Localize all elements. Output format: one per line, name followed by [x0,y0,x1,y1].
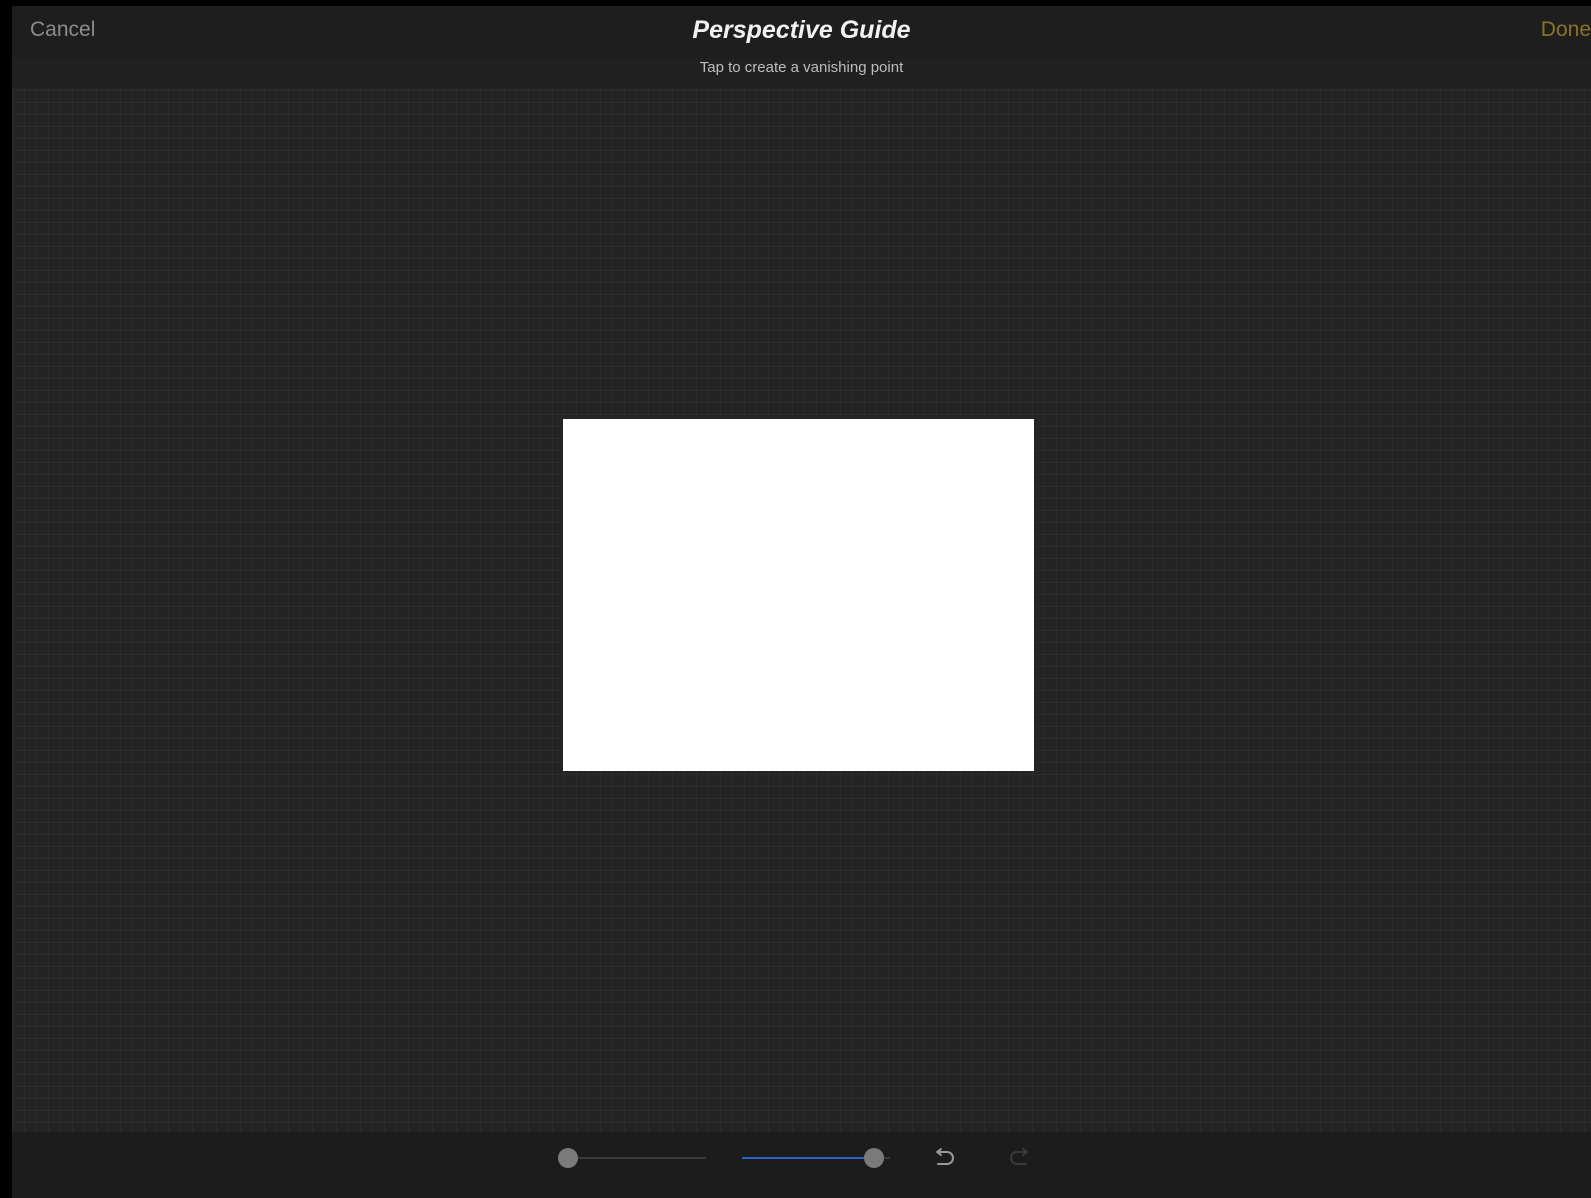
thickness-slider-thumb[interactable] [864,1148,884,1168]
page-title: Perspective Guide [692,16,911,44]
thickness-slider-fill [742,1157,874,1159]
done-button[interactable]: Done [1541,18,1591,42]
opacity-slider-track [558,1157,706,1159]
redo-icon[interactable] [1006,1146,1034,1170]
opacity-slider-thumb[interactable] [558,1148,578,1168]
opacity-slider[interactable] [558,1146,706,1170]
thickness-slider[interactable] [742,1146,890,1170]
drawing-canvas[interactable] [563,419,1034,771]
hint-text: Tap to create a vanishing point [699,59,904,76]
perspective-guide-screen: Cancel Perspective Guide Done Tap to cre… [12,6,1591,1198]
top-bar: Cancel Perspective Guide Done [12,6,1591,58]
undo-icon[interactable] [930,1146,958,1170]
